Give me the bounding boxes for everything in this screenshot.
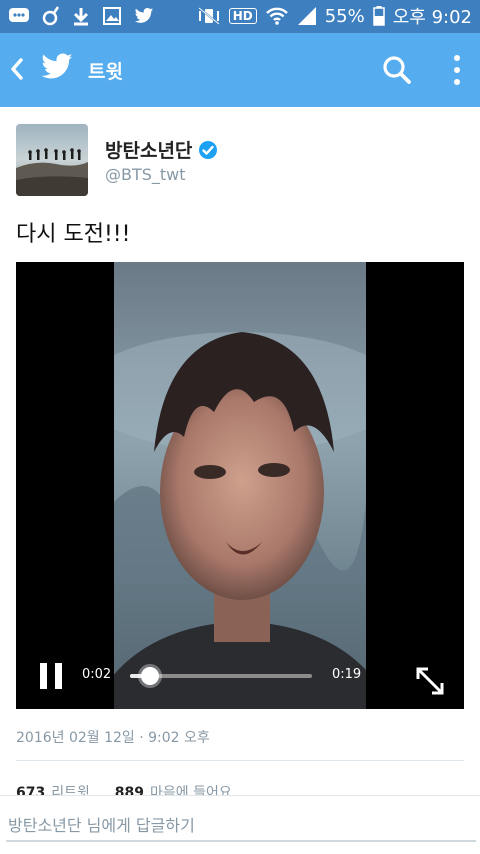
wifi-icon [265, 7, 288, 25]
system-icons: HD 55% 오후 9:02 [197, 3, 472, 29]
clock: 오후 9:02 [392, 7, 472, 28]
notification-icons [8, 5, 154, 27]
signal-icon [297, 7, 316, 25]
twitter-notification-icon [134, 8, 154, 23]
display-name-text: 방탄소년단 [105, 140, 193, 162]
user-handle[interactable]: @BTS_twt [105, 165, 186, 184]
hd-badge: HD [228, 8, 257, 24]
reply-input[interactable] [6, 810, 476, 842]
current-time: 0:02 [82, 667, 112, 682]
chat-bubble-icon [9, 8, 29, 22]
pause-icon[interactable] [40, 663, 64, 689]
twitter-logo-icon [41, 53, 73, 79]
status-bar: HD 55% 오후 9:02 [0, 0, 480, 33]
video-controls: 0:02 0:19 [16, 649, 464, 709]
video-player[interactable]: 0:02 0:19 [16, 262, 464, 709]
page-title: 트윗 [88, 61, 123, 83]
gallery-icon [103, 7, 121, 25]
vibrate-mute-icon [198, 7, 220, 25]
progress-track[interactable] [130, 667, 312, 685]
gender-icon [42, 6, 60, 26]
divider [16, 760, 464, 761]
app-bar: 트윗 [0, 33, 480, 107]
tweet-text: 다시 도전!!! [16, 222, 131, 247]
battery-icon [372, 6, 385, 26]
display-name[interactable]: 방탄소년단 [105, 136, 218, 163]
more-options-icon[interactable] [447, 53, 467, 87]
download-icon [73, 8, 89, 26]
verified-badge-icon [199, 140, 218, 159]
scrubber-thumb[interactable] [141, 667, 160, 685]
avatar[interactable] [16, 124, 88, 196]
battery-percent: 55% [324, 5, 365, 27]
fullscreen-icon[interactable] [414, 665, 446, 697]
back-arrow-icon[interactable] [8, 57, 26, 81]
video-frame [114, 262, 366, 709]
search-icon[interactable] [382, 55, 412, 85]
reply-bar [0, 795, 480, 854]
total-time: 0:19 [332, 667, 362, 682]
tweet-timestamp: 2016년 02월 12일 · 9:02 오후 [16, 730, 210, 746]
